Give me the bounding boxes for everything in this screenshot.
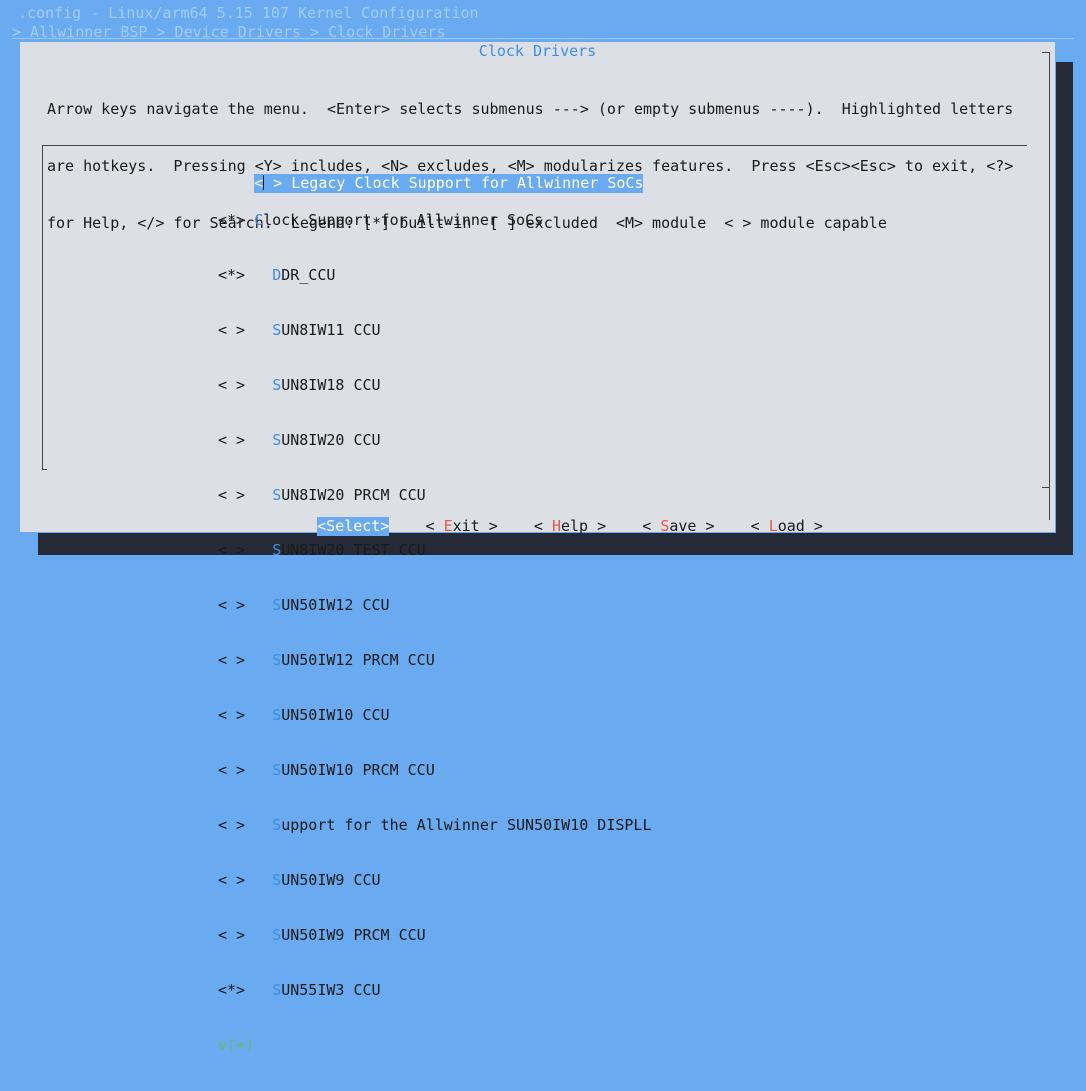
menu-item-state: <*> — [218, 266, 246, 284]
menu-item-sun50iw9-prcm-ccu[interactable]: < > SUN50IW9 PRCM CCU — [218, 926, 651, 945]
menu-item-hotkey: S — [272, 706, 282, 724]
dialog-right-border — [1049, 52, 1050, 520]
menu-item-label: UN50IW12 PRCM CCU — [281, 651, 435, 669]
menu-item-state: < > — [218, 706, 246, 724]
menu-box-left-border — [42, 145, 43, 469]
breadcrumb-divider — [12, 38, 1074, 39]
menu-item-state: < > — [218, 871, 246, 889]
menu-item-sun50iw10-displl[interactable]: < > Support for the Allwinner SUN50IW10 … — [218, 816, 651, 835]
menu-item-state: < > — [218, 431, 246, 449]
menu-item-state: <*> — [218, 981, 246, 999]
menu-item-ddr-ccu[interactable]: <*> DDR_CCU — [218, 266, 651, 285]
menu-item-label: UN50IW10 PRCM CCU — [281, 761, 435, 779]
menu-item-hotkey: S — [272, 816, 282, 834]
menu-item-sun50iw10-ccu[interactable]: < > SUN50IW10 CCU — [218, 706, 651, 725]
menu-item-label: lock Support for Allwinner SoCs — [263, 211, 544, 229]
menu-item-sun8iw18-ccu[interactable]: < > SUN8IW18 CCU — [218, 376, 651, 395]
menu-item-sun8iw20-ccu[interactable]: < > SUN8IW20 CCU — [218, 431, 651, 450]
menu-item-state: < — [254, 174, 264, 192]
menu-item-label: UN55IW3 CCU — [281, 981, 381, 999]
menu-item-label: UN50IW12 CCU — [281, 596, 390, 614]
menu-item-hotkey: D — [272, 266, 282, 284]
menu-item-legacy-clock-support[interactable]: < > Legacy Clock Support for Allwinner S… — [254, 174, 644, 193]
help-line-1: Arrow keys navigate the menu. <Enter> se… — [47, 100, 1014, 118]
window-title: .config - Linux/arm64 5.15 107 Kernel Co… — [18, 4, 479, 22]
menu-item-clock-support[interactable]: <*> Clock Support for Allwinner SoCs — [218, 211, 651, 230]
menu-item-hotkey: S — [272, 596, 282, 614]
menu-item-state: < > — [218, 541, 246, 559]
menu-item-label: UN8IW11 CCU — [281, 321, 381, 339]
menu-item-state: < > — [218, 761, 246, 779]
menu-item-hotkey: S — [272, 761, 282, 779]
more-below-indicator: v(+) — [218, 1036, 255, 1054]
button-bar: <Select> < Exit > < Help > < Save > < Lo… — [281, 498, 823, 555]
menu-item-hotkey: S — [272, 651, 282, 669]
menu-item-label: DR_CCU — [281, 266, 336, 284]
menu-item-hotkey: S — [272, 486, 282, 504]
menu-item-hotkey: S — [272, 926, 282, 944]
menu-item-sun55iw3-ccu[interactable]: <*> SUN55IW3 CCU — [218, 981, 651, 1000]
menu-item-label: UN8IW20 CCU — [281, 431, 381, 449]
dialog-shadow-right — [1056, 62, 1073, 555]
menuconfig-dialog: Clock Drivers Arrow keys navigate the me… — [20, 42, 1055, 1054]
menu-item-label: UN8IW18 CCU — [281, 376, 381, 394]
menu-item-hotkey: S — [272, 321, 282, 339]
menu-item-state: < > — [218, 376, 246, 394]
save-button[interactable]: < Save > — [642, 517, 714, 536]
menu-item-state-rest: > — [264, 174, 292, 192]
menu-box-top-border — [42, 145, 1027, 146]
menu-item-sun50iw10-prcm-ccu[interactable]: < > SUN50IW10 PRCM CCU — [218, 761, 651, 780]
menu-item-sun50iw12-prcm-ccu[interactable]: < > SUN50IW12 PRCM CCU — [218, 651, 651, 670]
menu-item-state: < > — [218, 926, 246, 944]
menu-item-state: < > — [218, 321, 246, 339]
menu-item-hotkey: S — [272, 431, 282, 449]
menu-item-state: < > — [218, 596, 246, 614]
menu-item-label: egacy Clock Support for Allwinner SoCs — [300, 174, 644, 192]
dialog-title: Clock Drivers — [478, 42, 597, 60]
menu-item-state: < > — [218, 816, 246, 834]
menu-item-hotkey: C — [254, 211, 264, 229]
select-button[interactable]: <Select> — [317, 517, 390, 536]
dialog-right-border-bottom — [1042, 487, 1049, 488]
menu-item-label: upport for the Allwinner SUN50IW10 DISPL… — [281, 816, 652, 834]
dialog-right-border-top — [1042, 52, 1049, 53]
menu-item-label: UN50IW9 CCU — [281, 871, 381, 889]
menu-item-state: <*> — [218, 211, 246, 229]
breadcrumb: > Allwinner BSP > Device Drivers > Clock… — [12, 23, 446, 41]
menu-item-state: < > — [218, 486, 246, 504]
menu-item-state: < > — [218, 651, 246, 669]
menu-item-hotkey: S — [272, 541, 282, 559]
menu-item-hotkey: S — [272, 376, 282, 394]
exit-button[interactable]: < Exit > — [426, 517, 498, 536]
menu-item-label: UN50IW9 PRCM CCU — [281, 926, 426, 944]
menu-item-label: UN50IW10 CCU — [281, 706, 390, 724]
menu-item-sun50iw9-ccu[interactable]: < > SUN50IW9 CCU — [218, 871, 651, 890]
menu-box-bottom-border — [42, 469, 47, 470]
help-button[interactable]: < Help > — [534, 517, 606, 536]
menu-item-hotkey: L — [291, 174, 301, 192]
load-button[interactable]: < Load > — [751, 517, 823, 536]
menu-item-hotkey: S — [272, 981, 282, 999]
menu-item-sun50iw12-ccu[interactable]: < > SUN50IW12 CCU — [218, 596, 651, 615]
menu-item-hotkey: S — [272, 871, 282, 889]
menu-item-sun8iw11-ccu[interactable]: < > SUN8IW11 CCU — [218, 321, 651, 340]
menu-list: < > Legacy Clock Support for Allwinner S… — [218, 156, 651, 1091]
